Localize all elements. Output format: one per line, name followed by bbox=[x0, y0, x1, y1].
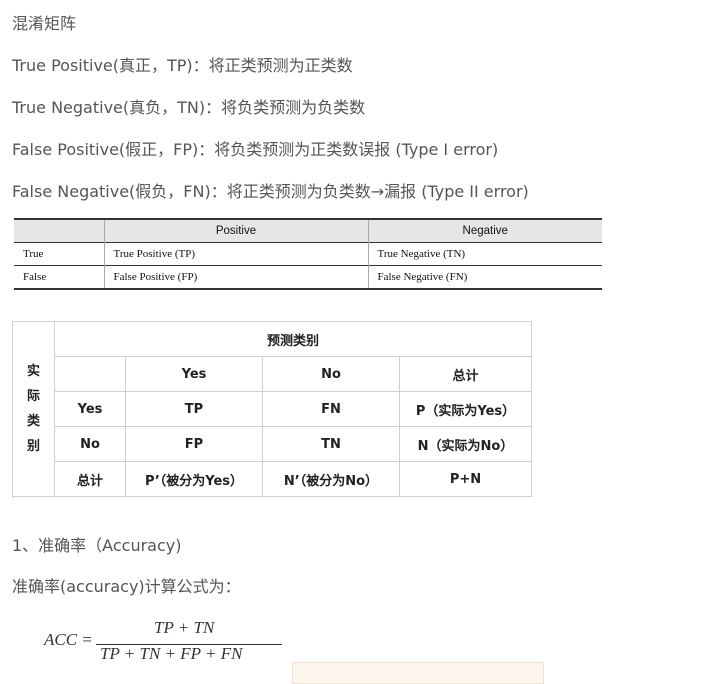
col-header-yes: Yes bbox=[125, 356, 263, 392]
table-cell: True Negative (TN) bbox=[367, 242, 602, 266]
table-row: No FP TN N（实际为No） bbox=[13, 426, 532, 462]
table-cell: False bbox=[23, 271, 47, 283]
row-header-no: No bbox=[54, 426, 126, 462]
table-cell: FN bbox=[262, 391, 400, 427]
actual-class-label: 实 际 类 别 bbox=[12, 321, 55, 497]
header-cell-positive: Positive bbox=[103, 219, 368, 243]
fn-definition: False Negative(假负，FN)：将正类预测为负类数→漏报 (Type… bbox=[12, 182, 529, 201]
table-cell: False Negative (FN) bbox=[367, 265, 602, 289]
table-cell: False Positive (FP) bbox=[103, 265, 368, 289]
formula-denominator: TP + TN + FP + FN bbox=[100, 644, 243, 663]
table-cell: N（实际为No） bbox=[399, 426, 532, 462]
table-cell: True Positive (TP) bbox=[103, 242, 368, 266]
row-header-yes: Yes bbox=[54, 391, 126, 427]
tp-definition: True Positive(真正，TP)：将正类预测为正类数 bbox=[12, 56, 353, 75]
formula-intro: 准确率(accuracy)计算公式为： bbox=[12, 577, 241, 596]
header-cell-negative: Negative bbox=[367, 219, 602, 243]
table-row: Yes TP FN P（实际为Yes） bbox=[13, 391, 532, 427]
table-cell: P（实际为Yes） bbox=[399, 391, 532, 427]
row-header-total: 总计 bbox=[54, 461, 126, 497]
table-cell: True bbox=[23, 248, 44, 260]
formula-numerator: TP + TN bbox=[154, 618, 215, 637]
table-row: 实 际 类 别 预测类别 bbox=[12, 321, 532, 497]
page-heading: 混淆矩阵 bbox=[12, 14, 77, 33]
col-header-no: No bbox=[262, 356, 400, 392]
predicted-class-header: 预测类别 bbox=[54, 321, 532, 357]
table-cell: TP bbox=[125, 391, 263, 427]
confusion-matrix-table: 实 际 类 别 预测类别 Yes No 总计 Yes TP FN P（实际为Ye… bbox=[12, 321, 532, 497]
table-row: 总计 P’（被分为Yes） N’（被分为No） P+N bbox=[13, 461, 532, 497]
header-cell bbox=[14, 219, 104, 243]
table-cell: P’（被分为Yes） bbox=[125, 461, 263, 497]
tn-definition: True Negative(真负，TN)：将负类预测为负类数 bbox=[12, 98, 366, 117]
table-cell: N’（被分为No） bbox=[262, 461, 400, 497]
confusion-table-simple: Positive Negative True True Positive (TP… bbox=[14, 218, 602, 290]
code-box-edge bbox=[292, 662, 544, 684]
formula-lhs: ACC = bbox=[44, 630, 93, 649]
table-cell bbox=[54, 356, 126, 392]
col-header-total: 总计 bbox=[399, 356, 532, 392]
section-heading-accuracy: 1、准确率（Accuracy) bbox=[12, 536, 182, 555]
table-row: Yes No 总计 bbox=[13, 356, 532, 392]
table-cell: FP bbox=[125, 426, 263, 462]
table-row: True True Positive (TP) True Negative (T… bbox=[14, 242, 602, 266]
table-row: False False Positive (FP) False Negative… bbox=[14, 265, 602, 289]
table-cell: TN bbox=[262, 426, 400, 462]
fp-definition: False Positive(假正，FP)：将负类预测为正类数误报 (Type … bbox=[12, 140, 499, 159]
table-cell: P+N bbox=[399, 461, 532, 497]
table-header-row: Positive Negative bbox=[14, 219, 602, 243]
